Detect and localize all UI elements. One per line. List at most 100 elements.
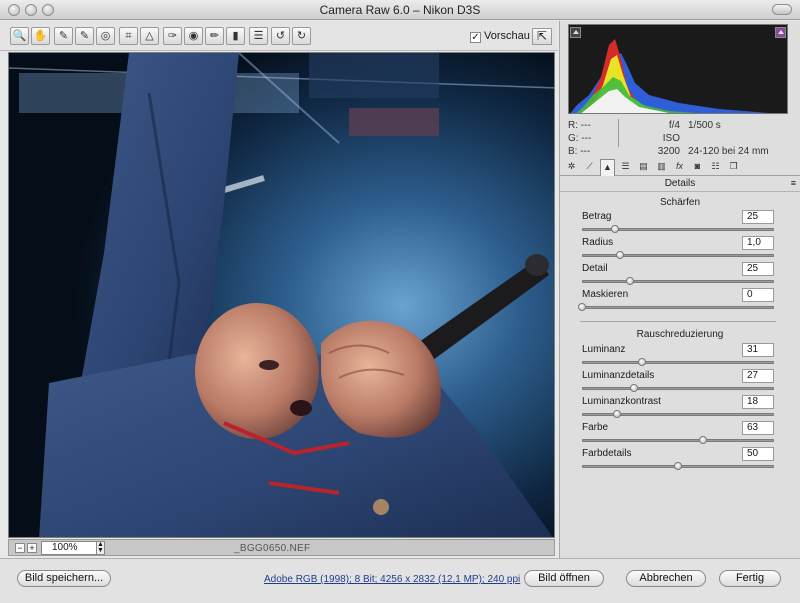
slider-thumb[interactable] <box>612 410 621 418</box>
slider-value-field[interactable]: 27 <box>742 369 774 383</box>
red-eye-tool-icon: ◉ <box>188 30 199 42</box>
toolbar-toggle-button[interactable] <box>772 4 792 15</box>
fullscreen-button[interactable]: ⇱ <box>532 28 552 45</box>
aperture-value: f/4 <box>668 120 680 131</box>
rotate-right-icon: ↻ <box>296 30 307 42</box>
slider-detail: Detail 25 <box>582 262 774 288</box>
cancel-button[interactable]: Abbrechen <box>626 570 706 587</box>
tab-basic[interactable]: ✲ <box>564 159 579 174</box>
zoom-in-button[interactable]: + <box>27 543 37 553</box>
slider-label: Farbe <box>582 422 609 433</box>
section-divider <box>580 321 776 322</box>
slider-label: Luminanzdetails <box>582 370 655 381</box>
slider-track[interactable] <box>582 361 774 364</box>
iso-value: ISO 3200 <box>657 133 680 157</box>
zoom-tool-button[interactable]: 🔍 <box>10 27 29 45</box>
slider-track[interactable] <box>582 280 774 283</box>
color-sampler-tool-button[interactable]: ✎ <box>75 27 94 45</box>
toolbar: 🔍 ✋ ✎ ✎ ◎ ⌗ △ ✑ ◉ ✏ ▮ ☰ ↺ ↻ ✓ Vorschau ⇱ <box>0 21 558 51</box>
rotate-left-button[interactable]: ↺ <box>271 27 290 45</box>
histogram <box>568 24 788 114</box>
highlight-clipping-toggle[interactable] <box>775 27 786 38</box>
slider-thumb[interactable] <box>698 436 707 444</box>
preferences-button[interactable]: ☰ <box>249 27 268 45</box>
slider-value-field[interactable]: 0 <box>742 288 774 302</box>
zoom-out-button[interactable]: − <box>15 543 25 553</box>
straighten-tool-button[interactable]: △ <box>140 27 159 45</box>
workflow-options-link[interactable]: Adobe RGB (1998); 8 Bit; 4256 x 2832 (12… <box>264 574 520 585</box>
rgb-readout: R: --- G: --- B: --- <box>568 119 591 158</box>
slider-value-field[interactable]: 1,0 <box>742 236 774 250</box>
slider-value-field[interactable]: 25 <box>742 210 774 224</box>
green-readout: G: --- <box>568 133 592 144</box>
adjustment-brush-button[interactable]: ✏ <box>205 27 224 45</box>
zoom-level-field[interactable]: 100% <box>41 541 97 555</box>
lens-icon: ▥ <box>657 161 666 171</box>
shutter-value: 1/500 s <box>688 120 721 131</box>
section-noise-title: Rauschreduzierung <box>636 329 724 340</box>
tab-detail[interactable]: ▲ <box>600 159 615 176</box>
preview-checkbox[interactable]: ✓ Vorschau <box>470 30 530 43</box>
white-balance-tool-button[interactable]: ✎ <box>54 27 73 45</box>
file-name: _BGG0650.NEF <box>234 543 311 554</box>
tab-camera-calibration[interactable]: ◙ <box>690 159 705 174</box>
slider-thumb[interactable] <box>637 358 646 366</box>
save-image-button[interactable]: Bild speichern... <box>17 570 111 587</box>
preview-checkbox-box[interactable]: ✓ <box>470 32 481 43</box>
hand-tool-button[interactable]: ✋ <box>31 27 50 45</box>
title-bar: Camera Raw 6.0 – Nikon D3S <box>0 0 800 20</box>
red-eye-tool-button[interactable]: ◉ <box>184 27 203 45</box>
slider-thumb[interactable] <box>626 277 634 285</box>
tab-split-toning[interactable]: ▤ <box>636 159 651 174</box>
slider-value-field[interactable]: 50 <box>742 447 774 461</box>
slider-thumb[interactable] <box>629 384 638 392</box>
slider-value-field[interactable]: 31 <box>742 343 774 357</box>
slider-track[interactable] <box>582 387 774 390</box>
tab-presets[interactable]: ☷ <box>708 159 723 174</box>
preferences-icon: ☰ <box>253 30 264 42</box>
red-readout: R: --- <box>568 120 591 131</box>
adjustment-brush-icon: ✏ <box>209 30 220 42</box>
tab-snapshots[interactable]: ❐ <box>726 159 741 174</box>
slider-value-field[interactable]: 18 <box>742 395 774 409</box>
image-preview[interactable] <box>8 52 555 538</box>
lens-value: 24-120 bei 24 mm <box>688 146 769 157</box>
slider-track[interactable] <box>582 413 774 416</box>
target-adjustment-tool-button[interactable]: ◎ <box>96 27 115 45</box>
crop-tool-icon: ⌗ <box>125 30 132 42</box>
camera-info: f/4 1/500 s ISO 3200 24-120 bei 24 mm <box>650 119 769 158</box>
zoom-tool-icon: 🔍 <box>12 30 27 42</box>
slider-value-field[interactable]: 25 <box>742 262 774 276</box>
graduated-filter-button[interactable]: ▮ <box>226 27 245 45</box>
slider-track[interactable] <box>582 439 774 442</box>
slider-label: Farbdetails <box>582 448 632 459</box>
snapshots-icon: ❐ <box>729 161 738 171</box>
slider-thumb[interactable] <box>578 303 586 311</box>
detail-triangle-icon: ▲ <box>603 162 612 172</box>
slider-track[interactable] <box>582 306 774 309</box>
tab-lens-corrections[interactable]: ▥ <box>654 159 669 174</box>
tab-tone-curve[interactable]: ⟋ <box>582 159 597 174</box>
slider-maskieren: Maskieren 0 <box>578 288 774 314</box>
zoom-dropdown-arrow[interactable]: ▲ ▼ <box>96 541 105 555</box>
histogram-graph <box>570 39 769 113</box>
slider-farbe: Farbe 63 <box>582 421 774 447</box>
panel-menu-icon[interactable]: ≡ <box>791 178 796 188</box>
white-balance-tool-icon: ✎ <box>58 30 69 42</box>
tab-effects[interactable]: fx <box>672 159 687 174</box>
graduated-filter-icon: ▮ <box>232 30 239 42</box>
open-image-button[interactable]: Bild öffnen <box>524 570 604 587</box>
done-button[interactable]: Fertig <box>719 570 781 587</box>
slider-track[interactable] <box>582 254 774 257</box>
tab-hsl[interactable]: ☰ <box>618 159 633 174</box>
crop-tool-button[interactable]: ⌗ <box>119 27 138 45</box>
straighten-tool-icon: △ <box>145 30 154 42</box>
spot-removal-tool-button[interactable]: ✑ <box>163 27 182 45</box>
slider-label: Radius <box>582 237 614 248</box>
rotate-right-button[interactable]: ↻ <box>292 27 311 45</box>
shadow-clipping-toggle[interactable] <box>570 27 581 38</box>
slider-thumb[interactable] <box>674 462 682 470</box>
slider-thumb[interactable] <box>610 225 619 233</box>
slider-value-field[interactable]: 63 <box>742 421 774 435</box>
slider-thumb[interactable] <box>616 251 625 259</box>
